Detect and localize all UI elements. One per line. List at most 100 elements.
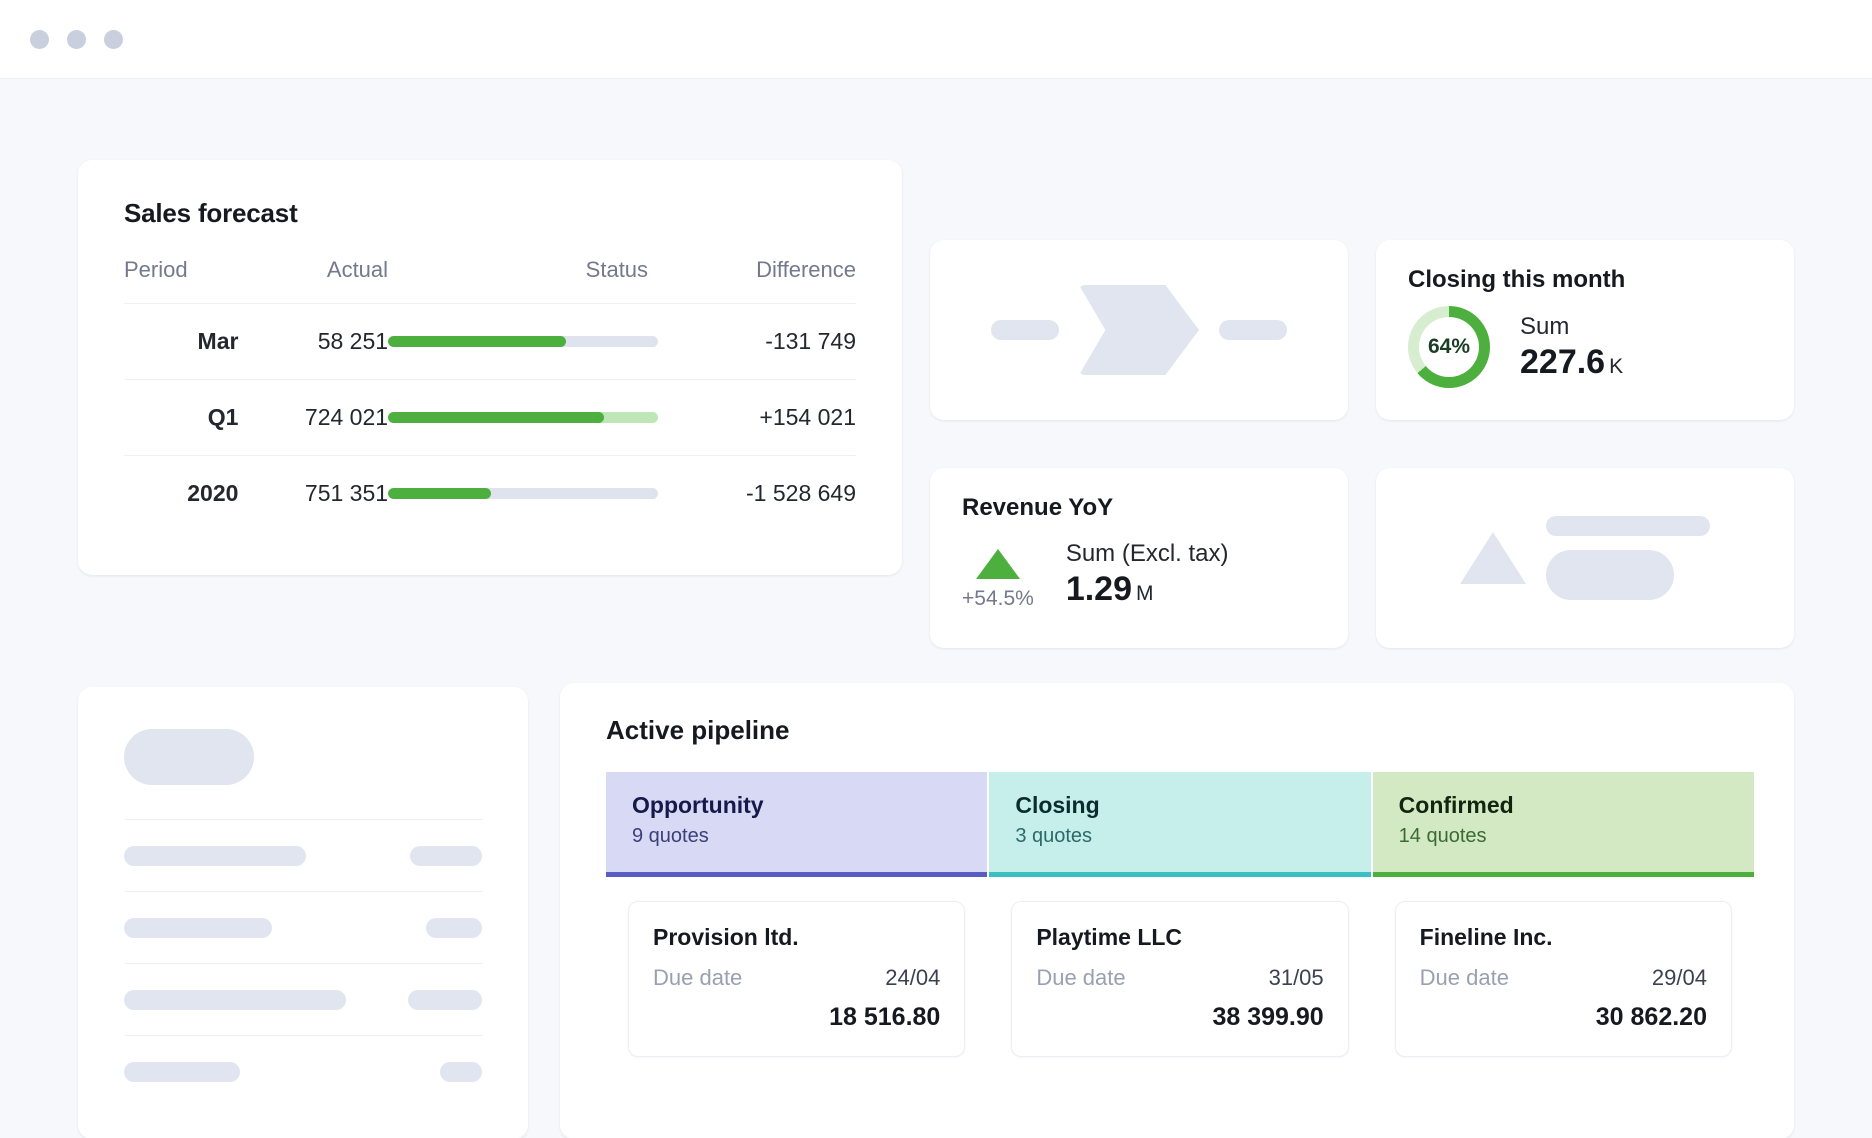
active-pipeline-card: Active pipeline Opportunity9 quotes Provi…: [560, 683, 1794, 1138]
revenue-yoy-card: Revenue YoY +54.5% Sum (Excl. tax) 1.29M: [930, 468, 1348, 648]
quote-company-name: Provision ltd.: [653, 924, 940, 951]
column-header-actual: Actual: [238, 257, 388, 304]
stage-body: Fineline Inc. Due date29/04 30 862.20: [1373, 877, 1754, 1057]
cell-difference: -1 528 649: [658, 456, 856, 532]
closing-metric: Sum 227.6K: [1520, 313, 1623, 382]
closing-donut-chart: 64%: [1408, 306, 1490, 388]
revenue-yoy-title: Revenue YoY: [962, 494, 1318, 522]
placeholder-line-left-icon: [124, 990, 346, 1010]
placeholder-line-left-icon: [124, 1062, 240, 1082]
quote-card[interactable]: Playtime LLC Due date 31/05 38 399.90: [1011, 901, 1348, 1057]
placeholder-list-item: [124, 963, 482, 1035]
stage-header[interactable]: Confirmed 14 quotes: [1373, 772, 1754, 872]
stage-quote-count: 3 quotes: [1015, 825, 1344, 848]
placeholder-list-card: [78, 687, 528, 1138]
quote-amount: 30 862.20: [1420, 1003, 1707, 1032]
placeholder-line-right-icon: [408, 990, 482, 1010]
quote-due-row: Due date 31/05: [1036, 965, 1323, 991]
revenue-metric-label: Sum (Excl. tax): [1066, 540, 1229, 568]
quote-card[interactable]: Provision ltd. Due date 24/04 18 516.80: [628, 901, 965, 1057]
placeholder-title-block-icon: [124, 729, 254, 785]
quote-due-value: 31/05: [1269, 965, 1324, 991]
quote-due-row: Due date29/04: [1420, 965, 1707, 991]
cell-actual: 724 021: [238, 380, 388, 456]
closing-this-month-title: Closing this month: [1408, 266, 1764, 294]
active-pipeline-title: Active pipeline: [606, 715, 1754, 746]
window-maximize-dot-icon[interactable]: [104, 30, 123, 49]
cell-actual: 58 251: [238, 304, 388, 380]
cell-difference: -131 749: [658, 304, 856, 380]
window-minimize-dot-icon[interactable]: [67, 30, 86, 49]
quote-due-label: Due date: [1036, 965, 1125, 991]
cell-period: Mar: [124, 304, 238, 380]
chevron-right-icon: [1079, 285, 1199, 375]
progress-bar-fill: [388, 412, 604, 423]
pipeline-stage-columns: Opportunity9 quotes Provision ltd. Due dat…: [606, 772, 1754, 1057]
sales-forecast-table: Period Actual Status Difference Mar58 25…: [124, 257, 856, 531]
window-controls: [30, 30, 123, 49]
placeholder-line-left-icon: [124, 918, 272, 938]
window-close-dot-icon[interactable]: [30, 30, 49, 49]
closing-this-month-body: 64% Sum 227.6K: [1408, 306, 1764, 388]
quote-due-value: 24/04: [885, 965, 940, 991]
table-row[interactable]: 2020751 351 -1 528 649: [124, 456, 856, 532]
closing-metric-unit: K: [1609, 355, 1623, 378]
cell-period: Q1: [124, 380, 238, 456]
cell-status: [388, 304, 658, 380]
cell-difference: +154 021: [658, 380, 856, 456]
cell-status: [388, 380, 658, 456]
table-row[interactable]: Mar58 251 -131 749: [124, 304, 856, 380]
revenue-metric-unit: M: [1136, 582, 1154, 605]
quote-due-label: Due date: [653, 965, 742, 991]
stage-body: Playtime LLC Due date 31/05 38 399.90: [989, 877, 1370, 1057]
pipeline-stage-confirmed: Confirmed 14 quotes Fineline Inc. Due date2…: [1373, 772, 1754, 1057]
quote-amount: 18 516.80: [653, 1003, 940, 1032]
progress-bar-track: [388, 336, 658, 347]
placeholder-shape-row: [930, 240, 1348, 420]
stage-quote-count: 14 quotes: [1399, 825, 1728, 848]
pipeline-stage-opportunity: Opportunity9 quotes Provision ltd. Due dat…: [606, 772, 987, 1057]
progress-bar-track: [388, 412, 658, 423]
revenue-metric-value: 1.29: [1066, 570, 1132, 608]
placeholder-list-item: [124, 891, 482, 963]
quote-company-name: Playtime LLC: [1036, 924, 1323, 951]
placeholder-row-list: [124, 819, 482, 1107]
dashboard-canvas: Sales forecast Period Actual Status Diff…: [0, 79, 1872, 1138]
quote-company-name: Fineline Inc.: [1420, 924, 1707, 951]
placeholder-blob-icon: [1546, 550, 1674, 600]
stage-quote-count: 9 quotes: [632, 825, 961, 848]
stage-name: Closing: [1015, 792, 1344, 819]
placeholder-bar-right-icon: [1219, 320, 1287, 340]
revenue-trend: +54.5%: [962, 549, 1034, 611]
column-header-period: Period: [124, 257, 238, 304]
window-titlebar: [0, 0, 1872, 79]
stage-name: Confirmed: [1399, 792, 1728, 819]
stage-header[interactable]: Opportunity9 quotes: [606, 772, 987, 872]
cell-period: 2020: [124, 456, 238, 532]
stage-header[interactable]: Closing 3 quotes: [989, 772, 1370, 872]
closing-metric-value-wrap: 227.6K: [1520, 343, 1623, 382]
sales-forecast-title: Sales forecast: [124, 198, 856, 229]
quote-card[interactable]: Fineline Inc. Due date29/04 30 862.20: [1395, 901, 1732, 1057]
revenue-metric: Sum (Excl. tax) 1.29M: [1066, 540, 1229, 611]
quote-due-row: Due date 24/04: [653, 965, 940, 991]
placeholder-shape-row: [1376, 468, 1794, 648]
closing-metric-value: 227.6: [1520, 343, 1605, 381]
app-window: Sales forecast Period Actual Status Diff…: [0, 0, 1872, 1138]
triangle-up-icon: [1460, 532, 1526, 584]
closing-metric-label: Sum: [1520, 313, 1623, 341]
cell-actual: 751 351: [238, 456, 388, 532]
revenue-metric-value-wrap: 1.29M: [1066, 570, 1229, 609]
placeholder-pipeline-graphic-card: [930, 240, 1348, 420]
column-header-difference: Difference: [658, 257, 856, 304]
placeholder-line-right-icon: [426, 918, 482, 938]
cell-status: [388, 456, 658, 532]
quote-amount: 38 399.90: [1036, 1003, 1323, 1032]
placeholder-line-icon: [1546, 516, 1710, 536]
pipeline-stage-closing: Closing 3 quotes Playtime LLC Due date 31/05…: [989, 772, 1370, 1057]
trend-up-triangle-icon: [976, 549, 1020, 579]
stage-body: Provision ltd. Due date 24/04 18 516.80: [606, 877, 987, 1057]
table-header-row: Period Actual Status Difference: [124, 257, 856, 304]
placeholder-list-item: [124, 1035, 482, 1107]
table-row[interactable]: Q1724 021 +154 021: [124, 380, 856, 456]
